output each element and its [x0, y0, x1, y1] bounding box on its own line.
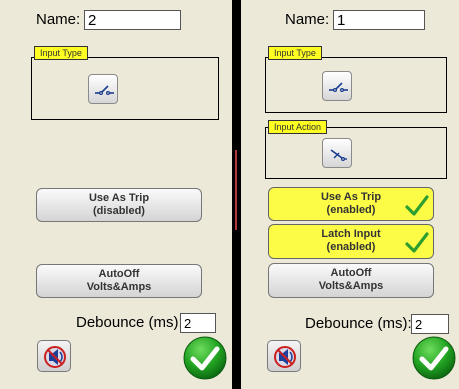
panel-divider	[232, 0, 241, 389]
autooff-line2: Volts&Amps	[86, 281, 152, 293]
check-icon	[404, 193, 430, 219]
input-type-group	[31, 57, 219, 120]
input-type-button[interactable]	[88, 74, 118, 104]
input-action-button[interactable]	[322, 138, 352, 168]
sound-muted-icon	[38, 341, 72, 373]
debounce-input[interactable]	[180, 313, 216, 333]
debounce-label: Debounce (ms):	[305, 315, 412, 332]
name-label: Name:	[285, 11, 330, 28]
autooff-button[interactable]: AutoOff Volts&Amps	[268, 263, 434, 298]
input-type-label: Input Type	[34, 46, 88, 60]
right-input-panel: Name: Input Type Input Action Use As Tri…	[241, 0, 459, 389]
latch-input-button[interactable]: Latch Input (enabled)	[268, 224, 434, 259]
debounce-label: Debounce (ms):	[76, 314, 183, 331]
input-action-label: Input Action	[268, 120, 328, 134]
sound-button[interactable]	[37, 340, 71, 372]
input-type-group	[265, 57, 447, 113]
name-label: Name:	[36, 11, 81, 28]
sound-button[interactable]	[267, 340, 301, 372]
check-icon	[404, 230, 430, 256]
ok-check-button[interactable]	[182, 335, 228, 381]
sound-muted-icon	[268, 341, 302, 373]
trip-line1: Use As Trip	[88, 192, 150, 204]
autooff-line1: AutoOff	[330, 267, 372, 279]
switch-action-icon	[323, 139, 353, 169]
switch-open-icon	[89, 75, 119, 105]
use-as-trip-button[interactable]: Use As Trip (enabled)	[268, 187, 434, 221]
autooff-line1: AutoOff	[98, 268, 140, 280]
name-input[interactable]	[84, 10, 181, 30]
input-type-button[interactable]	[322, 71, 352, 101]
use-as-trip-button[interactable]: Use As Trip (disabled)	[36, 188, 202, 222]
name-input[interactable]	[333, 10, 425, 30]
switch-open-icon	[323, 72, 353, 102]
left-input-panel: Name: Input Type Use As Trip (disabled) …	[0, 0, 232, 389]
trip-line2: (disabled)	[93, 205, 145, 217]
autooff-button[interactable]: AutoOff Volts&Amps	[36, 264, 202, 298]
debounce-input[interactable]	[411, 314, 449, 334]
ok-check-button[interactable]	[411, 335, 457, 381]
input-action-group	[265, 127, 447, 179]
input-type-label: Input Type	[268, 46, 322, 60]
autooff-line2: Volts&Amps	[318, 280, 384, 292]
